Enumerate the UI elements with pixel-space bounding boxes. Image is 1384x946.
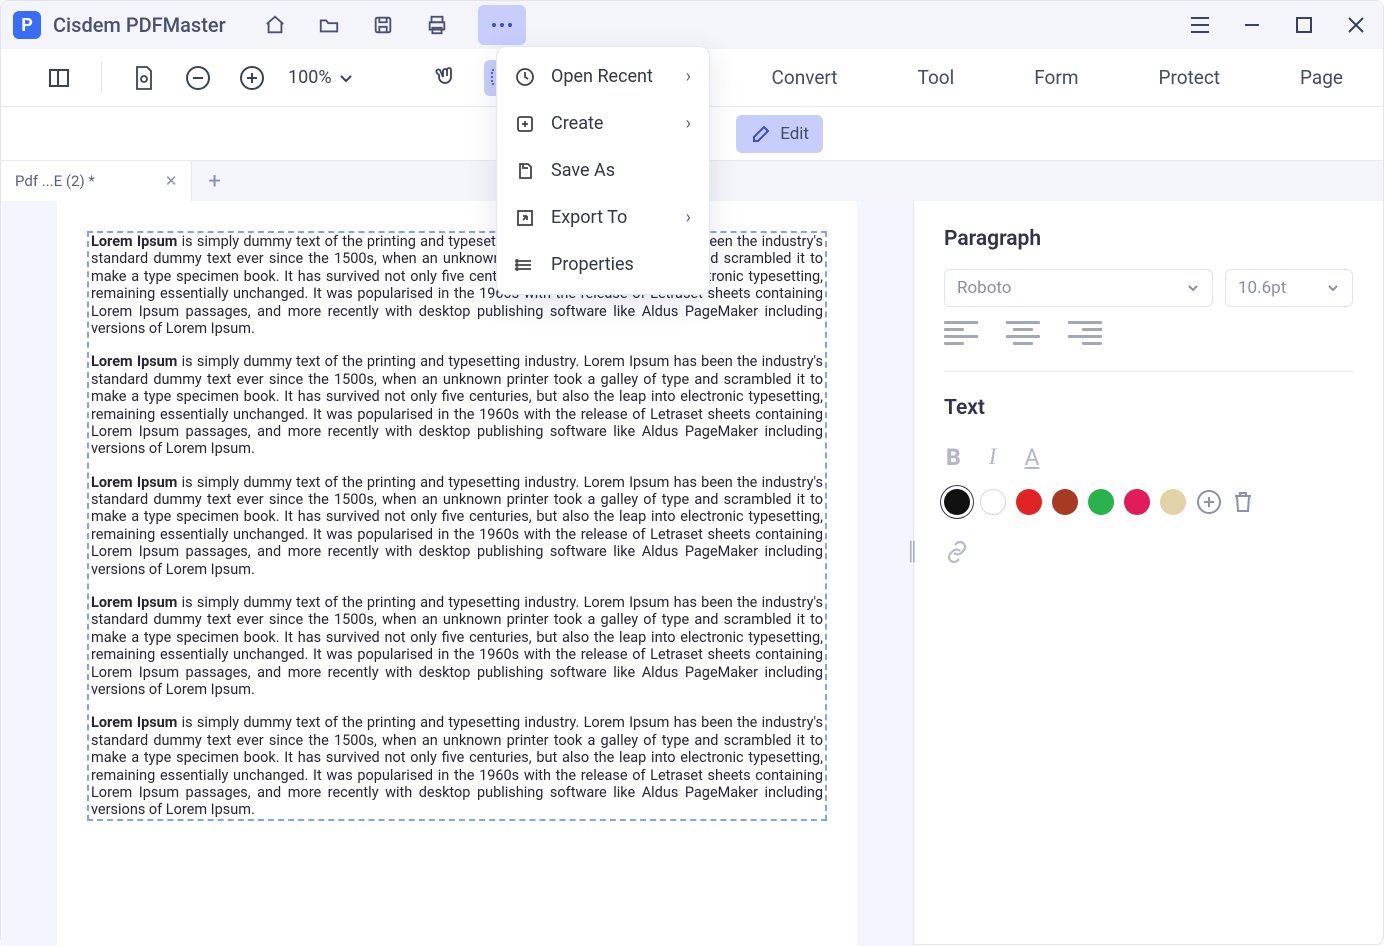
document-tab[interactable]: Pdf ...E (2) * ✕ [1, 161, 192, 201]
bold-button[interactable]: B [946, 444, 961, 471]
menu-label: Properties [551, 254, 634, 275]
menu-save-as[interactable]: Save As [497, 147, 709, 194]
print-icon[interactable] [424, 12, 450, 38]
paragraph[interactable]: Lorem Ipsum is simply dummy text of the … [89, 714, 825, 818]
paragraph[interactable]: Lorem Ipsum is simply dummy text of the … [89, 594, 825, 698]
separator [101, 62, 102, 94]
edit-label: Edit [780, 124, 809, 144]
tab-tool[interactable]: Tool [918, 66, 955, 89]
selected-text-block[interactable]: Lorem Ipsum is simply dummy text of the … [87, 231, 827, 821]
zoom-in-icon[interactable] [234, 60, 270, 96]
color-swatch-beige[interactable] [1160, 489, 1186, 515]
tab-page[interactable]: Page [1300, 66, 1343, 89]
close-button[interactable] [1341, 10, 1371, 40]
page-settings-icon[interactable] [126, 60, 162, 96]
properties-panel: ║ Paragraph Roboto 10.6pt Text B I A [913, 201, 1383, 946]
title-bar: P Cisdem PDFMaster [1, 1, 1383, 49]
page: Lorem Ipsum is simply dummy text of the … [57, 201, 857, 946]
delete-color-button[interactable] [1232, 490, 1254, 514]
hand-tool-icon[interactable] [430, 60, 466, 96]
color-swatch-red[interactable] [1016, 489, 1042, 515]
menu-label: Export To [551, 207, 627, 228]
tab-form[interactable]: Form [1034, 66, 1078, 89]
menu-create[interactable]: Create › [497, 100, 709, 147]
chevron-right-icon: › [686, 66, 691, 87]
minimize-button[interactable] [1237, 10, 1267, 40]
chevron-right-icon: › [686, 113, 691, 134]
edit-mode-button[interactable]: Edit [736, 115, 823, 153]
font-family-select[interactable]: Roboto [944, 269, 1213, 307]
main-tabs: Convert Tool Form Protect Page [772, 66, 1343, 89]
add-color-button[interactable] [1196, 489, 1222, 515]
panel-collapse-icon[interactable]: ║ [906, 541, 919, 562]
app-name: Cisdem PDFMaster [53, 13, 226, 37]
app-logo: P [13, 11, 41, 39]
color-swatches [944, 489, 1353, 515]
zoom-value: 100% [288, 67, 332, 88]
save-icon[interactable] [370, 12, 396, 38]
text-section-title: Text [944, 396, 1353, 420]
align-left-button[interactable] [944, 321, 978, 351]
layout-toggle-icon[interactable] [41, 60, 77, 96]
menu-properties[interactable]: Properties [497, 241, 709, 288]
color-swatch-green[interactable] [1088, 489, 1114, 515]
font-size-select[interactable]: 10.6pt [1225, 269, 1353, 307]
menu-label: Open Recent [551, 66, 653, 87]
close-tab-icon[interactable]: ✕ [165, 172, 178, 190]
underline-button[interactable]: A [1024, 444, 1039, 471]
zoom-select[interactable]: 100% [288, 67, 354, 88]
title-quick-icons [262, 5, 526, 45]
maximize-button[interactable] [1289, 10, 1319, 40]
menu-open-recent[interactable]: Open Recent › [497, 53, 709, 100]
paragraph-section-title: Paragraph [944, 227, 1353, 251]
workspace: Lorem Ipsum is simply dummy text of the … [1, 201, 1383, 946]
color-swatch-pink[interactable] [1124, 489, 1150, 515]
paragraph[interactable]: Lorem Ipsum is simply dummy text of the … [89, 353, 825, 457]
add-tab-button[interactable]: + [192, 169, 236, 194]
tab-convert[interactable]: Convert [772, 66, 838, 89]
chevron-right-icon: › [686, 207, 691, 228]
open-folder-icon[interactable] [316, 12, 342, 38]
zoom-out-icon[interactable] [180, 60, 216, 96]
hamburger-icon[interactable] [1185, 10, 1215, 40]
color-swatch-black[interactable] [944, 489, 970, 515]
color-swatch-brown[interactable] [1052, 489, 1078, 515]
link-button[interactable] [944, 539, 1353, 565]
menu-label: Save As [551, 160, 615, 181]
home-icon[interactable] [262, 12, 288, 38]
menu-export-to[interactable]: Export To › [497, 194, 709, 241]
italic-button[interactable]: I [989, 444, 997, 471]
more-dropdown: Open Recent › Create › Save As Export To… [496, 46, 710, 295]
align-center-button[interactable] [1006, 321, 1040, 351]
paragraph[interactable]: Lorem Ipsum is simply dummy text of the … [89, 474, 825, 578]
more-menu-icon[interactable] [478, 5, 526, 45]
window-controls [1185, 10, 1371, 40]
align-right-button[interactable] [1068, 321, 1102, 351]
color-swatch-white[interactable] [980, 489, 1006, 515]
paragraph[interactable]: Lorem Ipsum is simply dummy text of the … [89, 233, 825, 337]
document-canvas[interactable]: Lorem Ipsum is simply dummy text of the … [1, 201, 913, 946]
doc-tab-title: Pdf ...E (2) * [15, 172, 95, 190]
tab-protect[interactable]: Protect [1159, 66, 1221, 89]
menu-label: Create [551, 113, 603, 134]
